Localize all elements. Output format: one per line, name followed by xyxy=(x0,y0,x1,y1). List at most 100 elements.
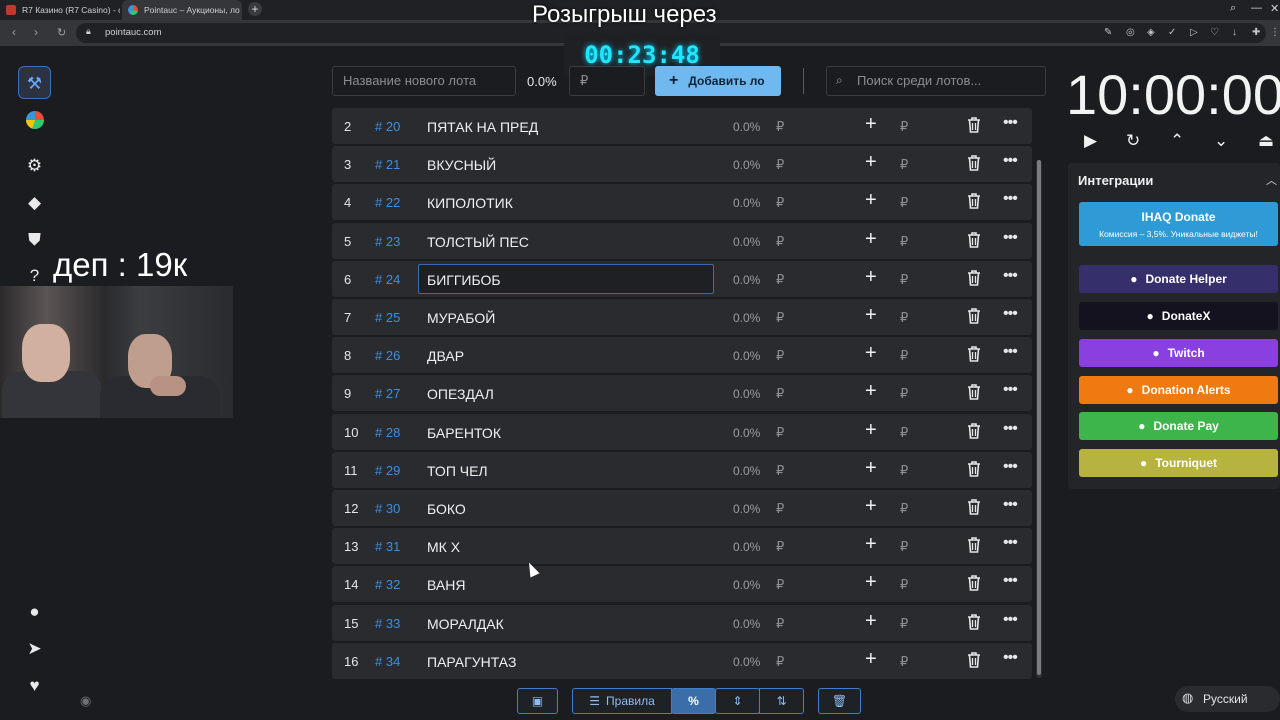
lot-name-input[interactable]: ОПЕЗДАЛ xyxy=(418,378,714,408)
trash-icon[interactable] xyxy=(966,535,982,555)
add-amount-currency[interactable]: ₽ xyxy=(900,425,908,441)
add-amount-currency[interactable]: ₽ xyxy=(900,654,908,670)
lot-name-input[interactable]: ТОП ЧЕЛ xyxy=(418,455,714,485)
add-amount-icon[interactable]: + xyxy=(865,228,877,251)
extensions-icon[interactable]: ✚ xyxy=(1252,27,1260,38)
integration-donation-alerts-button[interactable]: ● Donation Alerts xyxy=(1079,376,1278,404)
browser-tab-casino[interactable]: R7 Казино (R7 Casino) - c xyxy=(0,0,120,20)
add-amount-icon[interactable]: + xyxy=(865,571,877,594)
trash-icon[interactable] xyxy=(966,268,982,288)
lot-search-input[interactable]: Поиск среди лотов... xyxy=(826,66,1046,96)
lot-amount-currency[interactable]: ₽ xyxy=(776,539,784,555)
lot-amount-currency[interactable]: ₽ xyxy=(776,272,784,288)
lot-amount-currency[interactable]: ₽ xyxy=(776,234,784,250)
more-options-icon[interactable]: ••• xyxy=(1003,381,1018,399)
lot-name-input[interactable]: ПАРАГУНТАЗ xyxy=(418,646,714,676)
more-options-icon[interactable]: ••• xyxy=(1003,649,1018,667)
menu-icon[interactable]: ⋮ xyxy=(1270,27,1280,38)
clear-all-icon[interactable]: 🗑︎ xyxy=(818,688,861,714)
heart-icon[interactable]: ♡ xyxy=(1210,27,1219,38)
add-amount-icon[interactable]: + xyxy=(865,151,877,174)
lot-id-link[interactable]: # 25 xyxy=(375,310,400,325)
lot-amount-currency[interactable]: ₽ xyxy=(776,463,784,479)
add-amount-icon[interactable]: + xyxy=(865,266,877,289)
scrollbar-thumb[interactable] xyxy=(1037,160,1041,675)
forward-icon[interactable]: › xyxy=(34,25,38,39)
play-icon[interactable]: ▶ xyxy=(1084,131,1097,151)
wheel-pie-icon[interactable] xyxy=(18,102,51,135)
add-amount-currency[interactable]: ₽ xyxy=(900,463,908,479)
new-lot-amount-input[interactable]: ₽ xyxy=(569,66,645,96)
lot-id-link[interactable]: # 29 xyxy=(375,463,400,478)
more-options-icon[interactable]: ••• xyxy=(1003,305,1018,323)
lot-id-link[interactable]: # 26 xyxy=(375,348,400,363)
add-amount-icon[interactable]: + xyxy=(865,419,877,442)
shield-icon[interactable]: ⛊ xyxy=(18,223,51,256)
more-options-icon[interactable]: ••• xyxy=(1003,343,1018,361)
camera-icon[interactable]: ◎ xyxy=(1126,27,1135,38)
trash-icon[interactable] xyxy=(966,650,982,670)
save-button[interactable]: ▣ xyxy=(517,688,558,714)
compress-icon[interactable]: ⇕ xyxy=(715,688,760,714)
lot-amount-currency[interactable]: ₽ xyxy=(776,195,784,211)
trash-icon[interactable] xyxy=(966,191,982,211)
settings-gear-icon[interactable]: ⚙ xyxy=(18,149,51,182)
lot-name-input[interactable]: МОРАЛДАК xyxy=(418,608,714,638)
add-amount-icon[interactable]: + xyxy=(865,495,877,518)
add-amount-currency[interactable]: ₽ xyxy=(900,157,908,173)
browser-tab-pointauc[interactable]: Pointauc – Аукционы, ло xyxy=(122,0,242,20)
integration-ihaq-donate-button[interactable]: IHAQ Donate Комиссия – 3,5%. Уникальные в… xyxy=(1079,202,1278,246)
back-icon[interactable]: ‹ xyxy=(12,25,16,39)
add-amount-currency[interactable]: ₽ xyxy=(900,348,908,364)
add-amount-currency[interactable]: ₽ xyxy=(900,501,908,517)
github-icon[interactable]: ● xyxy=(18,595,51,628)
lot-name-input[interactable]: БИГГИБОБ xyxy=(418,263,714,294)
reset-icon[interactable]: ↻ xyxy=(1126,131,1140,151)
lot-id-link[interactable]: # 31 xyxy=(375,539,400,554)
donate-hand-icon[interactable]: ♥ xyxy=(18,669,51,702)
close-window-icon[interactable]: ✕ xyxy=(1270,2,1279,15)
lot-amount-currency[interactable]: ₽ xyxy=(776,654,784,670)
add-amount-icon[interactable]: + xyxy=(865,342,877,365)
lot-name-input[interactable]: ТОЛСТЫЙ ПЕС xyxy=(418,226,714,256)
trash-icon[interactable] xyxy=(966,382,982,402)
lot-amount-currency[interactable]: ₽ xyxy=(776,348,784,364)
add-amount-currency[interactable]: ₽ xyxy=(900,616,908,632)
trash-icon[interactable] xyxy=(966,230,982,250)
add-amount-icon[interactable]: + xyxy=(865,648,877,671)
trash-icon[interactable] xyxy=(966,573,982,593)
lot-id-link[interactable]: # 34 xyxy=(375,654,400,669)
more-options-icon[interactable]: ••• xyxy=(1003,229,1018,247)
add-amount-icon[interactable]: + xyxy=(865,457,877,480)
vpn-extension-icon[interactable]: ✓ xyxy=(1168,27,1176,38)
more-options-icon[interactable]: ••• xyxy=(1003,534,1018,552)
more-options-icon[interactable]: ••• xyxy=(1003,152,1018,170)
add-amount-currency[interactable]: ₽ xyxy=(900,272,908,288)
new-tab-button[interactable]: + xyxy=(248,2,262,16)
lot-name-input[interactable]: МК Х xyxy=(418,531,714,561)
add-amount-currency[interactable]: ₽ xyxy=(900,386,908,402)
minimize-icon[interactable]: — xyxy=(1251,2,1262,14)
lot-name-input[interactable]: ПЯТАК НА ПРЕД xyxy=(418,111,714,141)
lot-amount-currency[interactable]: ₽ xyxy=(776,157,784,173)
lot-amount-currency[interactable]: ₽ xyxy=(776,616,784,632)
add-amount-currency[interactable]: ₽ xyxy=(900,577,908,593)
lot-name-input[interactable]: КИПОЛОТИК xyxy=(418,187,714,217)
shield-extension-icon[interactable]: ◈ xyxy=(1147,27,1155,38)
percent-toggle[interactable]: % xyxy=(671,688,716,714)
add-amount-currency[interactable]: ₽ xyxy=(900,234,908,250)
add-amount-currency[interactable]: ₽ xyxy=(900,195,908,211)
lot-name-input[interactable]: ДВАР xyxy=(418,340,714,370)
add-amount-icon[interactable]: + xyxy=(865,380,877,403)
add-amount-currency[interactable]: ₽ xyxy=(900,539,908,555)
lot-id-link[interactable]: # 32 xyxy=(375,577,400,592)
rules-button[interactable]: ☰ Правила xyxy=(572,688,672,714)
integration-twitch-button[interactable]: ● Twitch xyxy=(1079,339,1278,367)
add-amount-icon[interactable]: + xyxy=(865,304,877,327)
lot-amount-currency[interactable]: ₽ xyxy=(776,386,784,402)
more-options-icon[interactable]: ••• xyxy=(1003,114,1018,132)
lot-name-input[interactable]: БОКО xyxy=(418,493,714,523)
telegram-icon[interactable]: ➤ xyxy=(18,632,51,665)
integration-donate-pay-button[interactable]: ● Donate Pay xyxy=(1079,412,1278,440)
more-options-icon[interactable]: ••• xyxy=(1003,267,1018,285)
